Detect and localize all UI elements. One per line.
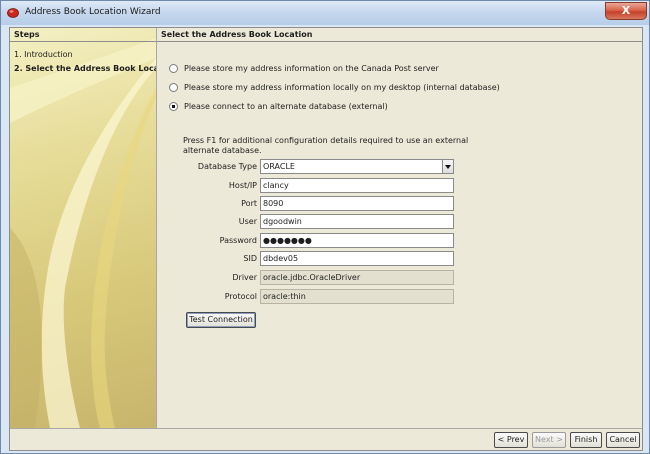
steps-header: Steps (14, 30, 40, 39)
option-label: Please store my address information on t… (184, 63, 439, 73)
option-canada-post-server[interactable]: Please store my address information on t… (169, 62, 439, 74)
driver-field: oracle.jdbc.OracleDriver (260, 270, 454, 285)
next-button[interactable]: Next > (532, 432, 566, 448)
port-input[interactable]: 8090 (260, 196, 454, 211)
window-title: Address Book Location Wizard (25, 7, 161, 17)
protocol-label: Protocol (224, 292, 257, 301)
option-local-desktop[interactable]: Please store my address information loca… (169, 81, 500, 93)
wizard-button-bar: < Prev Next > Finish Cancel (10, 428, 642, 450)
user-input[interactable]: dgoodwin (260, 214, 454, 229)
decorative-swoosh-graphic (10, 38, 156, 428)
user-label: User (238, 217, 257, 226)
radio-button[interactable] (169, 63, 178, 73)
option-label: Please store my address information loca… (184, 82, 500, 92)
finish-button[interactable]: Finish (570, 432, 602, 448)
wizard-window: Address Book Location Wizard X Steps 1. … (0, 0, 650, 454)
protocol-field: oracle:thin (260, 289, 454, 304)
radio-button[interactable] (169, 82, 178, 92)
database-type-value: ORACLE (263, 162, 295, 171)
app-icon (7, 8, 19, 18)
option-label: Please connect to an alternate database … (184, 101, 388, 111)
option-alternate-database[interactable]: Please connect to an alternate database … (169, 100, 388, 112)
database-type-select[interactable]: ORACLE (260, 159, 454, 174)
password-label: Password (219, 236, 257, 245)
password-input[interactable]: ●●●●●●● (260, 233, 454, 248)
radio-button-selected[interactable] (169, 101, 178, 111)
close-button[interactable]: X (605, 2, 647, 20)
content-divider (157, 41, 643, 42)
wizard-client-area: Steps 1. Introduction 2. Select the Addr… (9, 27, 643, 451)
content-panel: Select the Address Book Location Please … (156, 28, 643, 428)
steps-panel: Steps 1. Introduction 2. Select the Addr… (10, 28, 156, 428)
steps-divider (10, 41, 156, 42)
cancel-button[interactable]: Cancel (606, 432, 640, 448)
close-icon: X (621, 4, 631, 17)
database-type-label: Database Type (197, 162, 257, 171)
port-label: Port (241, 199, 257, 208)
sid-label: SID (243, 254, 257, 263)
test-connection-button[interactable]: Test Connection (186, 312, 256, 328)
host-input[interactable]: clancy (260, 178, 454, 193)
content-header: Select the Address Book Location (161, 30, 313, 39)
driver-label: Driver (232, 273, 257, 282)
sid-input[interactable]: dbdev05 (260, 251, 454, 266)
chevron-down-icon[interactable] (442, 160, 453, 173)
step-introduction: 1. Introduction (14, 50, 73, 59)
title-bar[interactable]: Address Book Location Wizard X (1, 1, 649, 25)
help-text: Press F1 for additional configuration de… (183, 136, 469, 155)
step-select-location: 2. Select the Address Book Location (14, 64, 156, 73)
host-label: Host/IP (228, 181, 257, 190)
prev-button[interactable]: < Prev (494, 432, 528, 448)
